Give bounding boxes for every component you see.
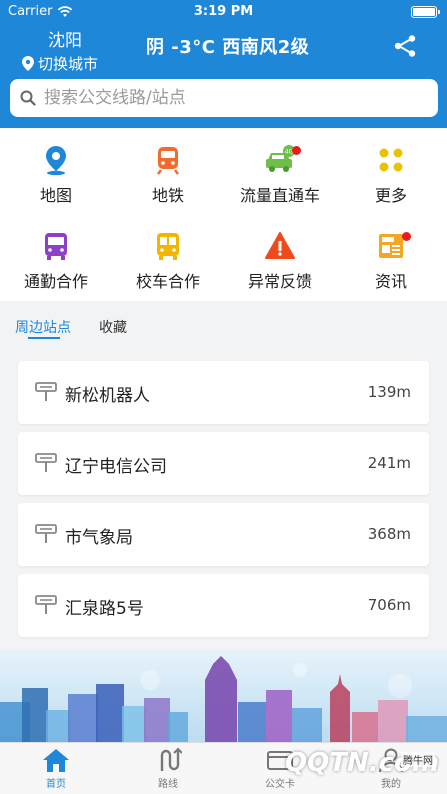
share-icon[interactable] [393, 34, 417, 58]
commute-bus-icon [45, 233, 67, 260]
menu-item-more[interactable]: 更多 [335, 128, 447, 208]
weather-info: 阴 -3°C 西南风2级 [146, 37, 310, 58]
station-item[interactable]: 汇泉路5号 706m [18, 574, 429, 637]
status-time: 3:19 PM [193, 4, 254, 19]
menu-item-news[interactable]: 资讯 [335, 214, 447, 294]
menu-label: 流量直通车 [239, 186, 320, 205]
menu-label: 异常反馈 [247, 272, 312, 291]
status-bar: Carrier 3:19 PM [0, 0, 447, 24]
bus-stop-icon [35, 524, 57, 543]
battery-icon [411, 6, 440, 18]
tab-route[interactable]: 路线 [112, 747, 224, 790]
map-pin-icon [46, 146, 66, 176]
badge-dot [292, 146, 301, 155]
menu-item-school-bus[interactable]: 校车合作 [112, 214, 224, 294]
station-tabs: 周边站点 收藏 [0, 301, 447, 345]
header: Carrier 3:19 PM 沈阳 切换城市 阴 -3°C 西南风2级 [0, 0, 447, 128]
bus-stop-icon [35, 595, 57, 614]
station-item[interactable]: 新松机器人 139m [18, 361, 429, 424]
station-distance: 139m [367, 383, 411, 401]
bus-stop-icon [35, 382, 57, 401]
more-dots-icon [379, 148, 403, 172]
menu-item-subway[interactable]: 地铁 [112, 128, 224, 208]
menu-label: 更多 [374, 186, 407, 205]
active-tab-indicator [28, 337, 60, 339]
tab-label: 首页 [46, 779, 66, 790]
menu-label: 通勤合作 [23, 272, 88, 291]
station-name: 辽宁电信公司 [65, 457, 167, 477]
badge-dot [402, 232, 411, 241]
city-skyline-illustration [0, 650, 447, 742]
watermark-site: 腾牛网 [401, 752, 435, 767]
menu-label: 地铁 [151, 186, 184, 205]
tab-favorites[interactable]: 收藏 [99, 317, 127, 337]
station-distance: 706m [367, 596, 411, 614]
search-icon [20, 90, 36, 106]
function-grid: 地图 地铁 4G 流量直通车 更多 通勤合作 校车合作 异常反馈 资讯 [0, 128, 447, 301]
home-icon [43, 749, 69, 772]
warning-icon [265, 232, 295, 259]
menu-item-map[interactable]: 地图 [0, 128, 112, 208]
search-bar[interactable] [10, 79, 438, 117]
route-icon [160, 747, 182, 771]
station-distance: 241m [367, 454, 411, 472]
subway-icon [157, 147, 179, 175]
location-pin-icon [22, 56, 34, 71]
city-selector[interactable]: 沈阳 切换城市 [22, 26, 98, 74]
station-item[interactable]: 市气象局 368m [18, 503, 429, 566]
station-item[interactable]: 辽宁电信公司 241m [18, 432, 429, 495]
station-name: 汇泉路5号 [65, 599, 144, 619]
menu-item-commute[interactable]: 通勤合作 [0, 214, 112, 294]
bus-stop-icon [35, 453, 57, 472]
city-name: 沈阳 [48, 31, 82, 51]
menu-label: 地图 [39, 186, 72, 205]
station-distance: 368m [367, 525, 411, 543]
school-bus-icon [157, 233, 179, 260]
menu-label: 资讯 [374, 272, 407, 291]
menu-label: 校车合作 [135, 272, 200, 291]
tab-nearby-stations[interactable]: 周边站点 [15, 317, 71, 337]
skyline-banner [0, 650, 447, 742]
search-input[interactable] [44, 88, 404, 108]
tab-label: 路线 [158, 779, 178, 790]
switch-city-button[interactable]: 切换城市 [22, 53, 98, 74]
station-name: 市气象局 [65, 528, 133, 548]
switch-city-label: 切换城市 [38, 55, 99, 73]
station-name: 新松机器人 [65, 386, 150, 406]
menu-item-4g-car[interactable]: 4G 流量直通车 [224, 128, 336, 208]
tab-home[interactable]: 首页 [0, 747, 112, 790]
menu-item-feedback[interactable]: 异常反馈 [224, 214, 336, 294]
